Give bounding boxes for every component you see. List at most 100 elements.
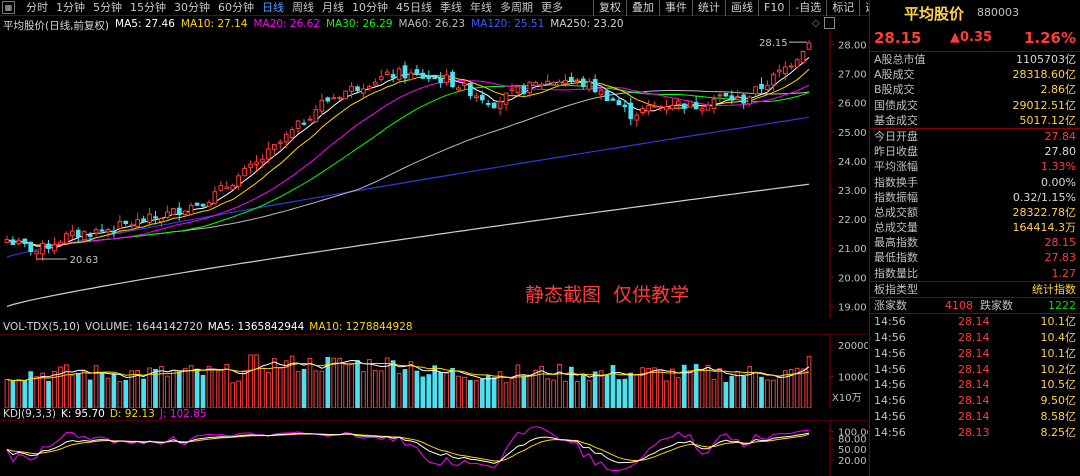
tick-row: 14:56 28.13 8.25亿 <box>870 425 1080 441</box>
price-change: ▲0.35 <box>950 30 993 45</box>
period-tab[interactable]: 1分钟 <box>56 0 85 16</box>
candle-body <box>557 81 562 86</box>
stat-value: 1105703亿 <box>1016 53 1076 66</box>
volume-bar <box>111 373 117 408</box>
tick-list[interactable]: 14:56 28.14 10.1亿 14:56 28.14 10.4亿 14:56 28.14… <box>870 314 1080 440</box>
index-type-row: 板指类型 统计指数 <box>870 282 1080 297</box>
stat-value: 0.00% <box>1041 175 1076 189</box>
candle-body <box>414 69 420 75</box>
volume-ma5: MA5: 1365842944 <box>207 321 305 333</box>
volume-bar <box>87 379 93 408</box>
volume-bar <box>580 374 586 408</box>
kdj-tick-label: 50.00 <box>838 445 867 456</box>
stat-label: 今日开盘 <box>874 129 918 143</box>
index-type-value: 统计指数 <box>1032 282 1076 296</box>
period-tab[interactable]: 多周期 <box>500 0 533 16</box>
period-tab[interactable]: 月线 <box>322 0 344 16</box>
toolbar-button[interactable]: 叠加 <box>626 0 659 16</box>
toolbar-button[interactable]: 标记 <box>826 0 859 16</box>
volume-bar <box>527 374 533 408</box>
volume-bar <box>390 360 396 408</box>
toolbar-button[interactable]: 复权 <box>593 0 626 16</box>
toolbar-button[interactable]: -自选 <box>789 0 826 16</box>
index-type-label: 板指类型 <box>874 282 918 296</box>
volume-bar <box>361 371 366 408</box>
candlestick-chart[interactable]: 28.00 27.00 26.00 25.00 24.00 23.00 22.00 21.00… <box>0 30 868 318</box>
candle-body <box>153 216 158 219</box>
period-tab[interactable]: 15分钟 <box>130 0 166 16</box>
stat-value: 2.86亿 <box>1040 83 1077 97</box>
stat-row: 最低指数 27.83 <box>870 250 1080 265</box>
volume-bar <box>438 371 444 408</box>
volume-bar <box>16 379 22 408</box>
period-tab[interactable]: 10分钟 <box>352 0 388 16</box>
candle-body <box>753 86 758 95</box>
price-tick-label: 24.00 <box>838 157 867 168</box>
volume-chart[interactable]: 20000 10000 X10万 <box>0 334 868 408</box>
volume-bar <box>212 368 218 408</box>
candle-body <box>485 102 491 105</box>
period-tab[interactable]: 45日线 <box>396 0 432 16</box>
period-tab[interactable]: 5分钟 <box>93 0 122 16</box>
volume-bar <box>248 354 253 408</box>
candle-body <box>622 104 628 108</box>
stat-row: 指数量比 1.27 <box>870 266 1080 281</box>
volume-bar <box>159 365 164 408</box>
price-change-pct: 1.26% <box>1023 29 1076 47</box>
stock-code: 880003 <box>977 6 1019 19</box>
toolbar-button[interactable]: 画线 <box>725 0 758 16</box>
grid-icon[interactable]: ▦ <box>2 1 15 14</box>
volume-bar <box>456 375 461 408</box>
volume-bar <box>170 369 176 408</box>
period-tab[interactable]: 日线 <box>262 0 284 16</box>
stat-value: 164414.3万 <box>1012 221 1077 235</box>
candle-body <box>444 74 449 84</box>
kdj-chart[interactable]: 100.0080.0050.0020.00 <box>0 420 868 476</box>
period-tab[interactable]: 60分钟 <box>218 0 254 16</box>
candle-body <box>438 78 444 83</box>
toolbar-button[interactable]: 统计 <box>692 0 725 16</box>
candle-body <box>450 71 455 88</box>
candle-body <box>729 95 735 101</box>
volume-bar <box>616 379 622 408</box>
tick-row: 14:56 28.14 10.4亿 <box>870 330 1080 346</box>
volume-bar <box>396 372 402 408</box>
volume-bar <box>586 380 592 408</box>
candle-body <box>628 102 634 120</box>
tick-time: 14:56 <box>874 346 906 360</box>
volume-bar <box>277 367 283 408</box>
kdj-legend: KDJ(9,3,3) K: 95.70 D: 92.13 J: 102.85 <box>3 408 207 420</box>
period-tab[interactable]: 季线 <box>440 0 462 16</box>
candle-body <box>551 81 556 85</box>
settings-icon[interactable]: ◇ <box>812 18 820 29</box>
expand-icon[interactable] <box>824 17 835 29</box>
tick-time: 14:56 <box>874 394 906 408</box>
tick-amount: 8.25亿 <box>1040 425 1077 439</box>
candle-body <box>479 94 485 101</box>
stat-row: 总成交量 164414.3万 <box>870 220 1080 235</box>
period-tab[interactable]: 30分钟 <box>174 0 210 16</box>
candle-body <box>378 76 384 80</box>
stat-row: 最高指数 28.15 <box>870 235 1080 250</box>
period-tab[interactable]: 更多 <box>541 0 563 16</box>
stat-value: 28.15 <box>1044 236 1077 250</box>
kdj-d-line <box>6 433 810 462</box>
volume-bar <box>670 368 675 408</box>
toolbar-button[interactable]: 事件 <box>659 0 692 16</box>
period-tab[interactable]: 周线 <box>292 0 314 16</box>
stat-value: 1.33% <box>1041 160 1076 174</box>
volume-bar <box>723 381 729 408</box>
candle-body <box>22 238 28 245</box>
toolbar-button[interactable]: F10 <box>758 0 789 16</box>
volume-bar <box>4 379 10 408</box>
candle-body <box>337 96 343 99</box>
last-price: 28.15 <box>874 29 922 47</box>
volume-bar <box>266 371 271 408</box>
period-tab[interactable]: 分时 <box>26 0 48 16</box>
candle-body <box>254 161 259 165</box>
candle-body <box>640 108 646 114</box>
tick-price: 28.14 <box>958 330 990 344</box>
period-tab[interactable]: 年线 <box>470 0 492 16</box>
volume-bar <box>711 378 717 408</box>
stat-label: 最高指数 <box>874 236 918 250</box>
